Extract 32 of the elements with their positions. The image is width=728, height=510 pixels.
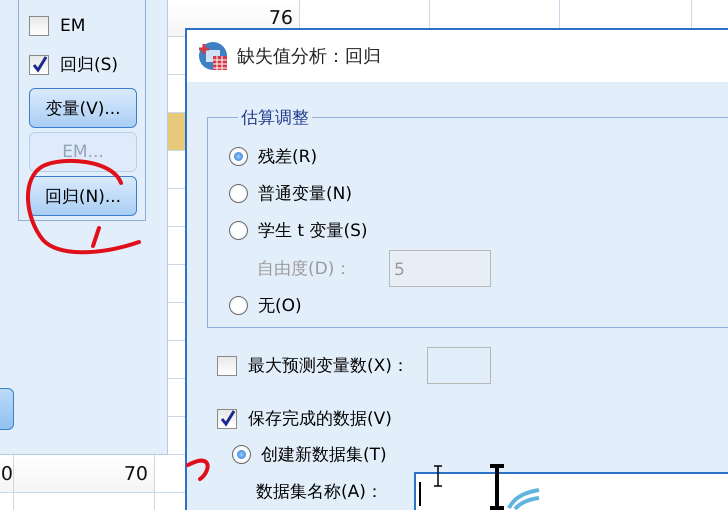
text-cursor-icon — [489, 464, 505, 510]
checkbox-label: 回归(S) — [60, 54, 118, 76]
button[interactable]: 变量(V)... — [29, 88, 137, 128]
input-field[interactable] — [414, 472, 728, 510]
checkbox-label: 保存完成的数据(V) — [248, 408, 392, 430]
table-icon — [198, 41, 228, 71]
checkbox[interactable] — [29, 54, 49, 74]
radio-label: 学生 t 变量(S) — [258, 220, 368, 242]
radio-label: 创建新数据集(T) — [261, 444, 387, 466]
checkbox[interactable] — [217, 356, 237, 376]
text-cursor-icon — [433, 465, 443, 487]
button[interactable]: 回归(N)... — [29, 176, 137, 216]
radio-button[interactable] — [232, 444, 251, 464]
radio-button[interactable] — [229, 184, 248, 203]
radio-label: 残差(R) — [258, 146, 318, 168]
group-title: 估算调整 — [240, 107, 310, 129]
radio-label: 普通变量(N) — [258, 183, 352, 205]
window-title: 缺失值分析：回归 — [237, 45, 381, 68]
hook-annotation — [186, 457, 212, 483]
field-label: 数据集名称(A)： — [256, 480, 383, 502]
checkbox-label: 最大预测变量数(X)： — [248, 355, 409, 377]
radio-button[interactable] — [229, 296, 248, 315]
input-field[interactable] — [426, 347, 491, 384]
checkbox-label: EM — [60, 16, 86, 36]
field-label: 自由度(D)： — [257, 258, 352, 280]
radio-label: 无(O) — [258, 295, 302, 317]
radio-button[interactable] — [229, 147, 248, 166]
table-cell[interactable]: 70 — [14, 455, 155, 493]
table-cell[interactable]: 0 — [0, 455, 14, 493]
checkbox[interactable] — [29, 16, 49, 36]
checkbox[interactable] — [217, 408, 237, 428]
radio-button[interactable] — [229, 221, 248, 240]
